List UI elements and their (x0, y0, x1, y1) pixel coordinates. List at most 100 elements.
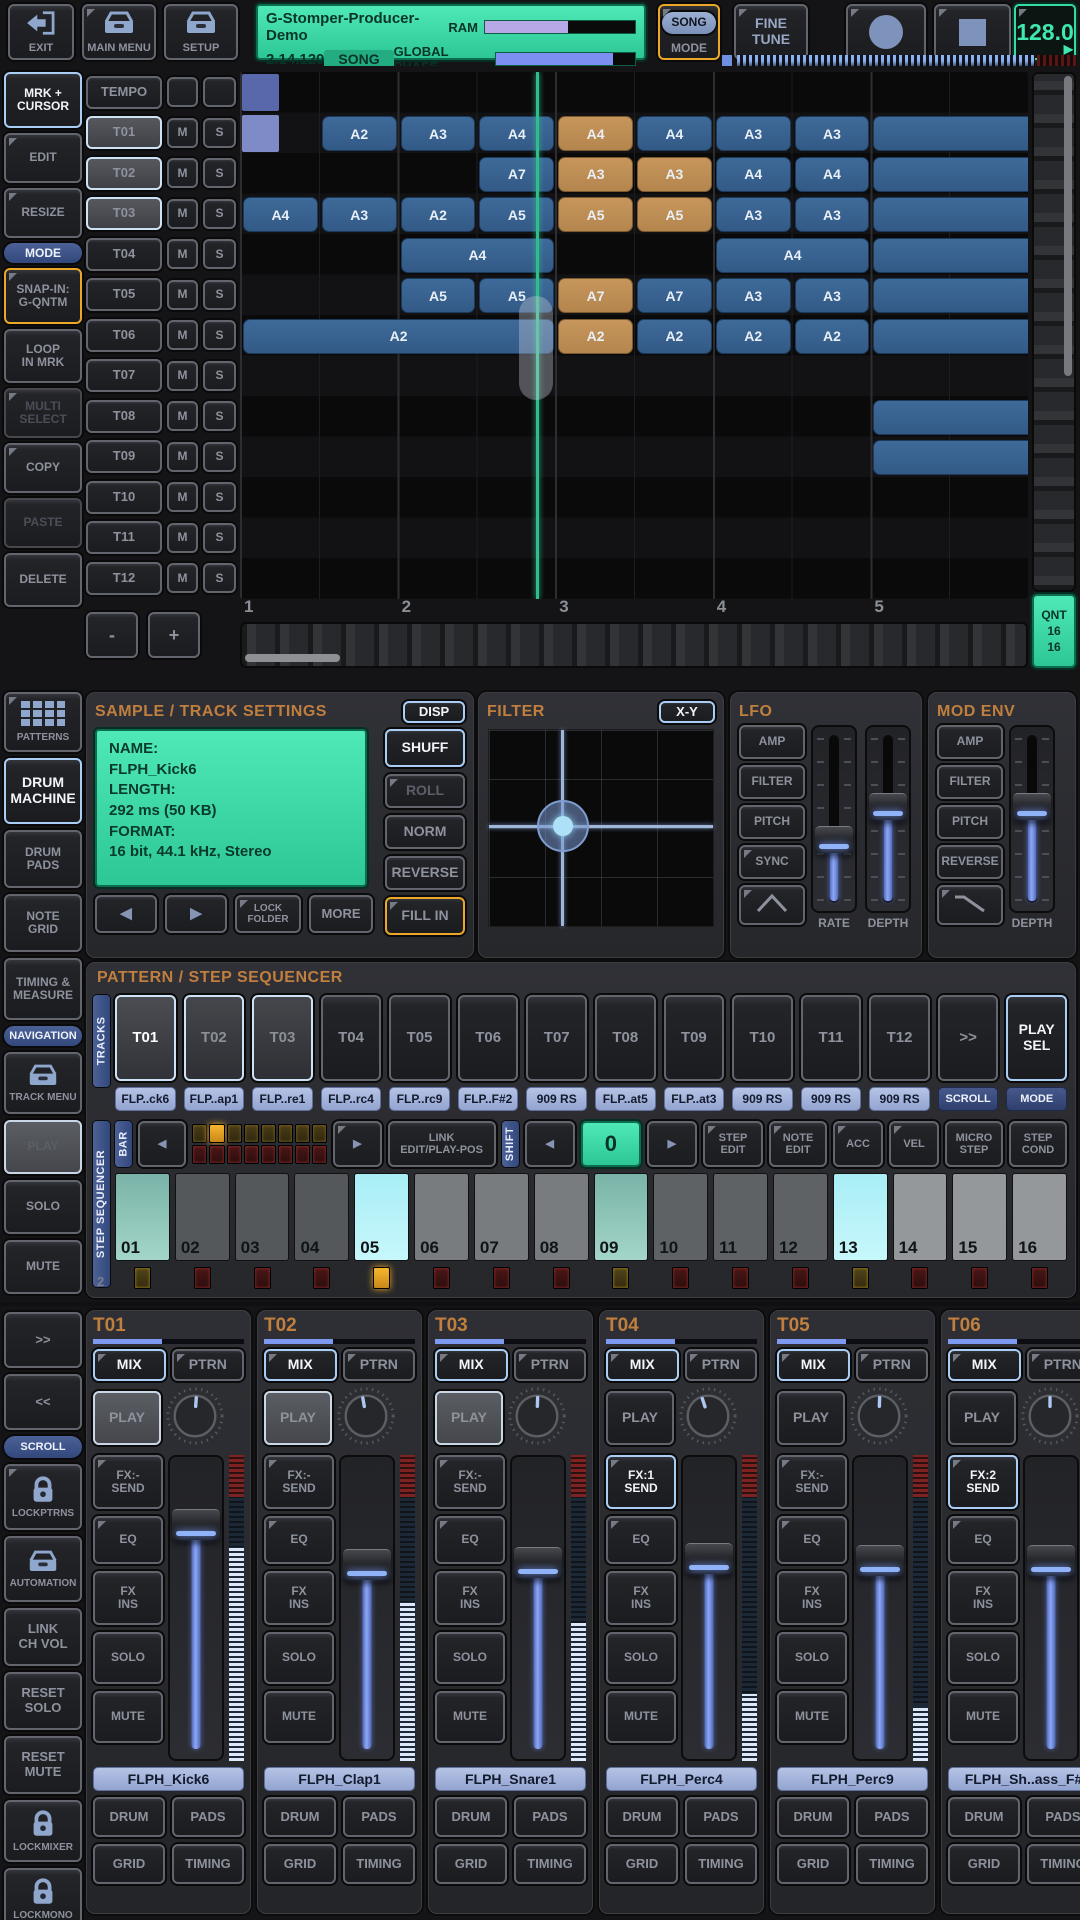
mute-button-t06[interactable]: M (167, 320, 198, 350)
mod-env-waveform-button[interactable] (937, 885, 1003, 925)
pattern-block-a3[interactable]: A3 (401, 116, 476, 151)
horizontal-scrollbar[interactable] (240, 622, 1028, 668)
channel-fader-cap[interactable] (856, 1545, 904, 1576)
mix-tab[interactable]: MIX (777, 1349, 850, 1381)
pattern-block-a2[interactable]: A2 (322, 116, 397, 151)
mute-button[interactable]: MUTE (264, 1691, 334, 1743)
eq-button[interactable]: EQ (435, 1516, 505, 1564)
lfo-depth-fader-cap[interactable] (869, 793, 907, 820)
solo-button-t10[interactable]: S (203, 482, 236, 512)
vel-button[interactable]: VEL (889, 1121, 939, 1167)
timing-button[interactable]: TIMING (514, 1844, 586, 1884)
grid-button[interactable]: GRID (435, 1844, 507, 1884)
pattern-block-a3[interactable]: A3 (795, 197, 870, 232)
solo-button[interactable]: SOLO (264, 1632, 334, 1684)
nav-item-play[interactable]: PLAY (4, 1120, 82, 1174)
solo-button-t09[interactable]: S (203, 442, 236, 472)
step-cond-button[interactable]: STEP COND (1009, 1121, 1067, 1167)
mute-button[interactable]: MUTE (948, 1691, 1018, 1743)
pattern-block-a4[interactable]: A4 (401, 238, 555, 273)
grid-button[interactable]: GRID (948, 1844, 1020, 1884)
pattern-block-a3[interactable]: A3 (322, 197, 397, 232)
arranger-track-label-t07[interactable]: T07 (86, 359, 162, 392)
timing-button[interactable]: TIMING (172, 1844, 244, 1884)
roll-button[interactable]: ROLL (385, 774, 465, 808)
drum-button[interactable]: DRUM (777, 1797, 849, 1837)
pattern-block[interactable] (873, 440, 1028, 475)
step-button-15[interactable]: 15 (952, 1173, 1007, 1261)
mod-env-filter-button[interactable]: FILTER (937, 765, 1003, 799)
grid-button[interactable]: GRID (777, 1844, 849, 1884)
pattern-block-a2[interactable]: A2 (558, 319, 633, 354)
stop-button[interactable] (934, 4, 1011, 60)
step-button-07[interactable]: 07 (474, 1173, 529, 1261)
track-chip-t09[interactable]: FLP..at3 (664, 1087, 725, 1111)
track-chip-t11[interactable]: 909 RS (801, 1087, 862, 1111)
channel-fader[interactable] (852, 1455, 908, 1761)
pattern-block-a7[interactable]: A7 (558, 278, 633, 313)
track-button-t06[interactable]: T06 (458, 995, 519, 1081)
pattern-block-a2[interactable]: A2 (795, 319, 870, 354)
fx-ins-button[interactable]: FX INS (948, 1571, 1018, 1625)
fx-send-button[interactable]: FX:- SEND (264, 1455, 334, 1509)
pattern-block-a3[interactable]: A3 (795, 116, 870, 151)
more-button[interactable]: MORE (309, 895, 373, 933)
solo-button-t06[interactable]: S (203, 320, 236, 350)
pattern-block[interactable] (873, 157, 1028, 192)
channel-play-button[interactable]: PLAY (777, 1391, 845, 1445)
track-button-t10[interactable]: T10 (732, 995, 793, 1081)
pattern-block-a4[interactable]: A4 (558, 116, 633, 151)
fine-tune-button[interactable]: FINE TUNE (734, 4, 808, 60)
step-edit-button[interactable]: STEP EDIT (703, 1121, 763, 1167)
arranger-track-label-t01[interactable]: T01 (86, 116, 162, 149)
pattern-block-a3[interactable]: A3 (716, 278, 791, 313)
nav-item-note-grid[interactable]: NOTE GRID (4, 894, 82, 952)
mute-button-t01[interactable]: M (167, 118, 198, 148)
mute-button[interactable]: MUTE (777, 1691, 847, 1743)
arranger-tool-mode[interactable]: MODE (4, 243, 82, 263)
track-button-t08[interactable]: T08 (595, 995, 656, 1081)
channel-volume-knob[interactable] (849, 1386, 909, 1451)
pattern-block-a4[interactable]: A4 (716, 157, 791, 192)
lfo-depth-fader[interactable] (865, 725, 911, 913)
lfo-amp-button[interactable]: AMP (739, 725, 805, 759)
nav-item-navigation[interactable]: NAVIGATION (4, 1026, 82, 1046)
channel-sample-name[interactable]: FLPH_Snare1 (435, 1767, 586, 1791)
scrub-handle[interactable] (519, 296, 553, 400)
channel-play-button[interactable]: PLAY (948, 1391, 1016, 1445)
channel-play-button[interactable]: PLAY (93, 1391, 161, 1445)
pattern-block-a3[interactable]: A3 (716, 197, 791, 232)
track-button-t01[interactable]: T01 (115, 995, 176, 1081)
sample-prev-button[interactable]: ◀ (95, 895, 157, 933)
channel-sample-name[interactable]: FLPH_Kick6 (93, 1767, 244, 1791)
nav-item-patterns[interactable]: PATTERNS (4, 692, 82, 752)
pattern-block-a2[interactable]: A2 (716, 319, 791, 354)
channel-play-button[interactable]: PLAY (435, 1391, 503, 1445)
channel-play-button[interactable]: PLAY (606, 1391, 674, 1445)
solo-button-t02[interactable]: S (203, 158, 236, 188)
mute-button-t10[interactable]: M (167, 482, 198, 512)
main-menu-button[interactable]: MAIN MENU (82, 4, 156, 60)
note-edit-button[interactable]: NOTE EDIT (769, 1121, 827, 1167)
song-cursor-track[interactable] (242, 115, 279, 152)
mixer-nav-[interactable]: >> (4, 1312, 82, 1368)
solo-button[interactable]: SOLO (435, 1632, 505, 1684)
arranger-track-label-t05[interactable]: T05 (86, 278, 162, 311)
timing-button[interactable]: TIMING (856, 1844, 928, 1884)
mode-chip[interactable]: MODE (1006, 1087, 1067, 1111)
fx-ins-button[interactable]: FX INS (606, 1571, 676, 1625)
pattern-block-a4[interactable]: A4 (637, 116, 712, 151)
arranger-track-label-tempo[interactable]: TEMPO (86, 76, 162, 109)
track-chip-t08[interactable]: FLP..at5 (595, 1087, 656, 1111)
fx-send-button[interactable]: FX:2 SEND (948, 1455, 1018, 1509)
channel-volume-knob[interactable] (1020, 1386, 1080, 1451)
timing-button[interactable]: TIMING (685, 1844, 757, 1884)
step-button-10[interactable]: 10 (653, 1173, 708, 1261)
mix-tab[interactable]: MIX (93, 1349, 166, 1381)
fill-in-button[interactable]: FILL IN (385, 897, 465, 935)
solo-button-t11[interactable]: S (203, 523, 236, 553)
channel-fader-cap[interactable] (343, 1549, 391, 1580)
track-button-t05[interactable]: T05 (389, 995, 450, 1081)
micro-step-button[interactable]: MICRO STEP (945, 1121, 1003, 1167)
fx-ins-button[interactable]: FX INS (264, 1571, 334, 1625)
